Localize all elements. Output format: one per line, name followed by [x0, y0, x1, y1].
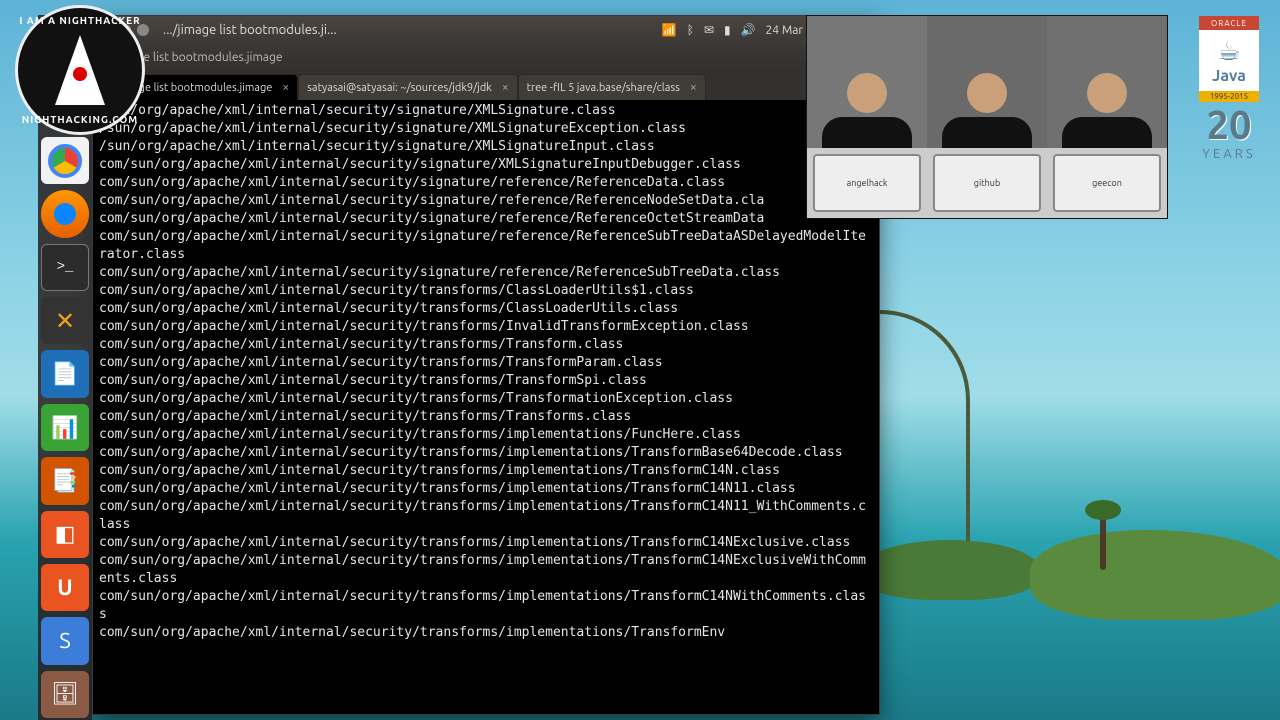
- terminal-line: com/sun/org/apache/xml/internal/security…: [99, 372, 873, 390]
- launcher-firefox-icon[interactable]: [41, 190, 89, 237]
- terminal-line: com/sun/org/apache/xml/internal/security…: [99, 282, 873, 300]
- terminal-line: com/sun/org/apache/xml/internal/security…: [99, 480, 873, 498]
- launcher-software-icon[interactable]: ◧: [41, 511, 89, 558]
- terminal-line: /sun/org/apache/xml/internal/security/si…: [99, 120, 873, 138]
- launcher-ubuntu-one-icon[interactable]: U: [41, 564, 89, 611]
- mail-icon[interactable]: ✉: [704, 23, 714, 37]
- badge-top-text: I AM A NIGHTHACKER: [15, 15, 145, 26]
- launcher-chat-icon[interactable]: ✕: [41, 297, 89, 344]
- battery-icon[interactable]: ▮: [724, 23, 731, 37]
- terminal-line: com/sun/org/apache/xml/internal/security…: [99, 318, 873, 336]
- terminal-line: com/sun/org/apache/xml/internal/security…: [99, 300, 873, 318]
- terminal-line: com/sun/org/apache/xml/internal/security…: [99, 390, 873, 408]
- terminal-line: com/sun/org/apache/xml/internal/security…: [99, 408, 873, 426]
- launcher-writer-icon[interactable]: 📄: [41, 350, 89, 397]
- terminal-line: com/sun/org/apache/xml/internal/security…: [99, 462, 873, 480]
- java-years-word: YEARS: [1202, 147, 1255, 161]
- bluetooth-icon[interactable]: ᛒ: [687, 24, 694, 37]
- terminal-tab-label: satyasai@satyasai: ~/sources/jdk9/jdk: [307, 82, 492, 94]
- terminal-line: com/sun/org/apache/xml/internal/security…: [99, 552, 873, 588]
- terminal-tab-label: tree -fIL 5 java.base/share/class: [527, 82, 680, 94]
- terminal-line: com/sun/org/apache/xml/internal/security…: [99, 354, 873, 372]
- terminal-line: com/sun/org/apache/xml/internal/security…: [99, 228, 873, 264]
- terminal-line: com/sun/org/apache/xml/internal/security…: [99, 444, 873, 462]
- laptop-1: angelhack: [813, 154, 921, 212]
- laptop-3: geecon: [1053, 154, 1161, 212]
- terminal-line: com/sun/org/apache/xml/internal/security…: [99, 588, 873, 624]
- java-20-years-logo: ORACLE ☕ Java 1995-2015 20 YEARS: [1192, 16, 1266, 220]
- desktop-background-art: [870, 410, 1250, 630]
- oracle-label: ORACLE: [1199, 16, 1259, 30]
- tab-close-icon[interactable]: ×: [686, 81, 697, 94]
- terminal-tab[interactable]: tree -fIL 5 java.base/share/class ×: [518, 74, 706, 100]
- terminal-line: com/sun/org/apache/xml/internal/security…: [99, 336, 873, 354]
- tab-close-icon[interactable]: ×: [498, 81, 509, 94]
- terminal-line: com/sun/org/apache/xml/internal/security…: [99, 174, 873, 192]
- terminal-window: .../jimage list bootmodules.ji... .../ji…: [92, 15, 880, 715]
- tab-close-icon[interactable]: ×: [278, 81, 289, 94]
- duke-icon: [55, 35, 105, 105]
- terminal-line: com/sun/org/apache/xml/internal/security…: [99, 426, 873, 444]
- terminal-line: com/sun/org/apache/xml/internal/security…: [99, 624, 873, 642]
- terminal-line: com/sun/org/apache/xml/internal/security…: [99, 192, 873, 210]
- java-cup-icon: ☕: [1217, 36, 1240, 67]
- java-years-range: 1995-2015: [1199, 91, 1259, 102]
- terminal-output[interactable]: /sun/org/apache/xml/internal/security/si…: [93, 100, 879, 714]
- launcher-calc-icon[interactable]: 📊: [41, 404, 89, 451]
- webcam-overlay: I♥APIs angelhack github geecon: [806, 15, 1168, 219]
- nighthacking-badge: I AM A NIGHTHACKER NIGHTHACKING.COM: [15, 5, 145, 135]
- terminal-tab[interactable]: satyasai@satyasai: ~/sources/jdk9/jdk ×: [298, 74, 517, 100]
- terminal-line: com/sun/org/apache/xml/internal/security…: [99, 498, 873, 534]
- terminal-line: com/sun/org/apache/xml/internal/security…: [99, 156, 873, 174]
- launcher-chrome-icon[interactable]: [41, 137, 89, 184]
- terminal-line: com/sun/org/apache/xml/internal/security…: [99, 534, 873, 552]
- terminal-line: /sun/org/apache/xml/internal/security/si…: [99, 138, 873, 156]
- terminal-line: com/sun/org/apache/xml/internal/security…: [99, 264, 873, 282]
- terminal-line: /sun/org/apache/xml/internal/security/si…: [99, 102, 873, 120]
- terminal-menubar: .../jimage list bootmodules.jimage 📶 ᛒ ✉…: [93, 44, 879, 70]
- java-wordmark: Java: [1212, 67, 1246, 85]
- window-title: .../jimage list bootmodules.ji...: [163, 23, 337, 37]
- volume-icon[interactable]: 🔊: [741, 23, 756, 37]
- terminal-tab-bar: .../jimage list bootmodules.jimage×satya…: [93, 70, 879, 100]
- terminal-line: com/sun/org/apache/xml/internal/security…: [99, 210, 873, 228]
- launcher-files-icon[interactable]: 🗄: [41, 671, 89, 718]
- launcher-terminal-icon[interactable]: [41, 244, 89, 291]
- network-icon[interactable]: 📶: [662, 23, 677, 37]
- badge-bottom-text: NIGHTHACKING.COM: [15, 114, 145, 125]
- java-20-number: 20: [1206, 102, 1251, 147]
- launcher-impress-icon[interactable]: 📑: [41, 457, 89, 504]
- laptop-2: github: [933, 154, 1041, 212]
- launcher-app-icon[interactable]: S: [41, 617, 89, 664]
